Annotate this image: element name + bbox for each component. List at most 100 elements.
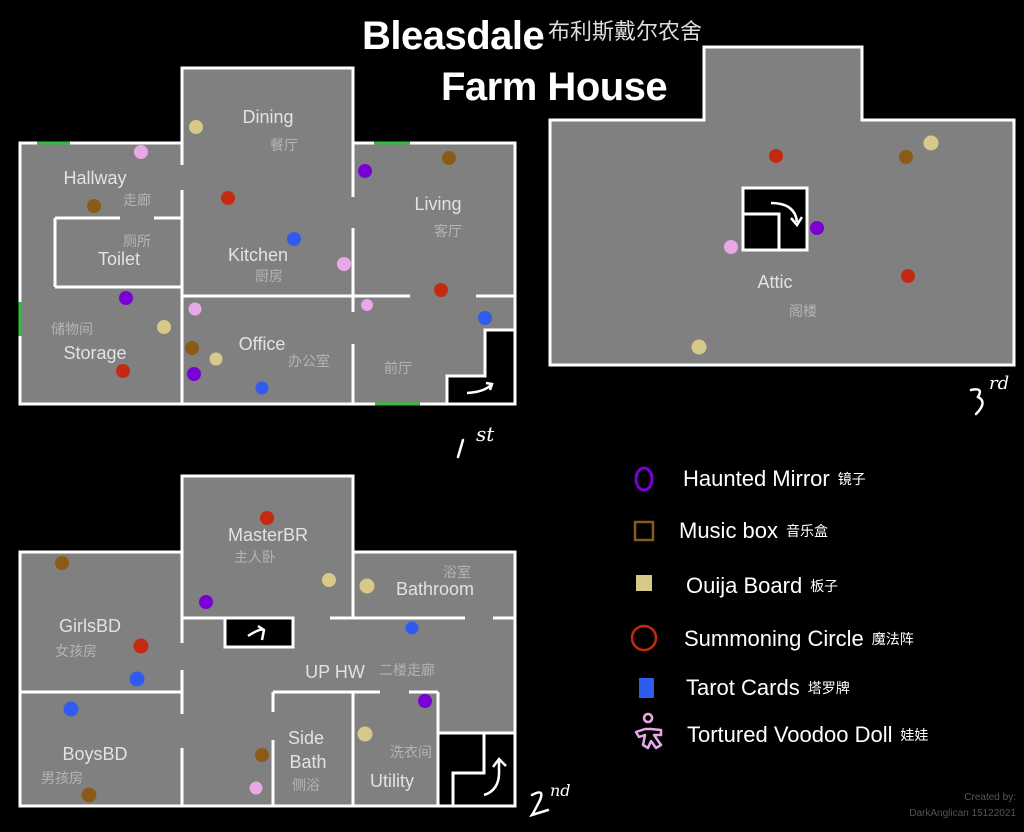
title-line-2: Farm House bbox=[441, 65, 668, 109]
room-label-cn-boysbd: 男孩房 bbox=[41, 771, 83, 787]
ouija-board-marker[interactable] bbox=[359, 578, 375, 594]
stairs-2f-upper[interactable] bbox=[223, 616, 295, 649]
ouija-board-marker[interactable] bbox=[157, 320, 171, 334]
floor-tag-1st-sup: st bbox=[476, 422, 495, 446]
room-label-cn-storage: 储物间 bbox=[51, 322, 93, 338]
legend-item-voodoo-doll: Tortured Voodoo Doll 娃娃 bbox=[687, 722, 928, 748]
room-label-boysbd: BoysBD bbox=[62, 744, 127, 764]
room-label-side-bath-line2: Bath bbox=[289, 752, 326, 772]
room-label-utility: Utility bbox=[370, 771, 414, 791]
legend-label: Music box bbox=[679, 518, 779, 543]
room-label-masterbr: MasterBR bbox=[228, 525, 308, 545]
floor-tag-2nd bbox=[529, 791, 550, 818]
summoning-circle-ring-icon bbox=[630, 624, 658, 652]
legend-label-cn: 板子 bbox=[810, 579, 839, 595]
floor-tag-1st bbox=[456, 438, 465, 459]
room-label-attic: Attic bbox=[757, 272, 792, 292]
music-box-marker[interactable] bbox=[255, 748, 269, 762]
summoning-circle-marker[interactable] bbox=[133, 638, 149, 654]
floor-tags bbox=[456, 388, 984, 818]
tarot-cards-marker[interactable] bbox=[478, 311, 492, 325]
haunted-mirror-marker[interactable] bbox=[358, 164, 372, 178]
legend-label-cn: 魔法阵 bbox=[871, 632, 914, 648]
floor-plan-map: Dining 餐厅 Hallway 走廊 厕所 Toilet Kitchen 厨… bbox=[18, 45, 1016, 818]
credit-line-1: Created by: bbox=[964, 792, 1016, 803]
legend-label: Summoning Circle bbox=[684, 626, 864, 651]
tarot-card-icon bbox=[639, 678, 654, 698]
room-label-cn-office: 办公室 bbox=[288, 353, 330, 370]
room-label-girlsbd: GirlsBD bbox=[59, 616, 121, 636]
haunted-mirror-marker[interactable] bbox=[810, 221, 824, 235]
voodoo-doll-marker[interactable] bbox=[361, 299, 373, 311]
haunted-mirror-marker[interactable] bbox=[418, 694, 432, 708]
ouija-board-marker[interactable] bbox=[322, 573, 336, 587]
room-label-cn-utility: 洗衣间 bbox=[390, 745, 432, 761]
summoning-circle-marker[interactable] bbox=[434, 283, 448, 297]
floor-tag-3rd bbox=[969, 388, 984, 416]
credit: Created by: DarkAnglican 15122021 bbox=[909, 790, 1016, 822]
floor-tag-3rd-sup: rd bbox=[989, 373, 1010, 394]
room-label-side-bath-line1: Side bbox=[288, 728, 324, 748]
credit-line-2: DarkAnglican 15122021 bbox=[909, 808, 1016, 819]
voodoo-doll-marker[interactable] bbox=[134, 145, 148, 159]
music-box-marker[interactable] bbox=[55, 556, 69, 570]
music-box-marker[interactable] bbox=[87, 199, 101, 213]
room-label-kitchen: Kitchen bbox=[228, 245, 288, 265]
voodoo-doll-marker[interactable] bbox=[724, 240, 738, 254]
room-label-cn-hallway: 走廊 bbox=[123, 192, 151, 209]
room-label-cn-up-hw: 二楼走廊 bbox=[379, 662, 435, 679]
tarot-cards-marker[interactable] bbox=[129, 671, 145, 687]
voodoo-doll-marker[interactable] bbox=[337, 257, 351, 271]
room-label-bathroom: Bathroom bbox=[396, 579, 474, 599]
room-label-cn-kitchen: 厨房 bbox=[255, 269, 283, 285]
music-box-marker[interactable] bbox=[442, 151, 456, 165]
music-box-marker[interactable] bbox=[81, 787, 97, 803]
legend-label-cn: 音乐盒 bbox=[786, 524, 829, 540]
voodoo-doll-marker[interactable] bbox=[188, 302, 202, 316]
stairs-2f-lower[interactable] bbox=[438, 731, 517, 808]
tarot-cards-marker[interactable] bbox=[63, 701, 79, 717]
ouija-board-marker[interactable] bbox=[691, 339, 707, 355]
summoning-circle-marker[interactable] bbox=[260, 511, 274, 525]
room-label-hallway: Hallway bbox=[63, 168, 126, 188]
haunted-mirror-marker[interactable] bbox=[187, 367, 201, 381]
haunted-mirror-marker[interactable] bbox=[199, 595, 213, 609]
voodoo-doll-marker[interactable] bbox=[249, 781, 263, 795]
music-box-square-icon bbox=[633, 520, 655, 542]
music-box-marker[interactable] bbox=[899, 150, 913, 164]
room-label-cn-living: 客厅 bbox=[434, 223, 462, 240]
legend-label-cn: 塔罗牌 bbox=[807, 681, 850, 697]
ouija-board-marker[interactable] bbox=[357, 726, 373, 742]
legend-label: Haunted Mirror bbox=[683, 466, 830, 491]
room-label-storage: Storage bbox=[63, 343, 126, 363]
legend-label-cn: 镜子 bbox=[837, 472, 866, 488]
ouija-board-square-icon bbox=[636, 575, 652, 591]
legend-item-tarot-cards: Tarot Cards 塔罗牌 bbox=[686, 675, 850, 701]
summoning-circle-marker[interactable] bbox=[769, 149, 783, 163]
room-label-cn-foyer: 前厅 bbox=[384, 360, 412, 377]
summoning-circle-marker[interactable] bbox=[901, 269, 915, 283]
ouija-board-marker[interactable] bbox=[189, 120, 203, 134]
ouija-board-marker[interactable] bbox=[923, 135, 939, 151]
floor-tag-2nd-sup: nd bbox=[550, 781, 571, 800]
summoning-circle-marker[interactable] bbox=[116, 364, 130, 378]
haunted-mirror-marker[interactable] bbox=[119, 291, 133, 305]
music-box-marker[interactable] bbox=[185, 341, 199, 355]
room-label-toilet: Toilet bbox=[98, 249, 140, 269]
ouija-board-marker[interactable] bbox=[209, 352, 223, 366]
room-label-cn-toilet: 厕所 bbox=[123, 234, 151, 250]
room-label-up-hw: UP HW bbox=[305, 662, 365, 682]
legend-item-summoning-circle: Summoning Circle 魔法阵 bbox=[684, 626, 914, 652]
tarot-cards-marker[interactable] bbox=[287, 232, 301, 246]
legend-item-haunted-mirror: Haunted Mirror 镜子 bbox=[683, 466, 866, 492]
room-label-cn-masterbr: 主人卧 bbox=[234, 550, 276, 566]
legend-icons bbox=[630, 466, 663, 750]
tarot-cards-marker[interactable] bbox=[255, 381, 269, 395]
summoning-circle-marker[interactable] bbox=[221, 191, 235, 205]
legend-item-music-box: Music box 音乐盒 bbox=[679, 518, 828, 544]
room-label-living: Living bbox=[414, 194, 461, 214]
floor-1: Dining 餐厅 Hallway 走廊 厕所 Toilet Kitchen 厨… bbox=[18, 66, 517, 406]
room-label-cn-side-bath: 侧浴 bbox=[292, 778, 320, 794]
tarot-cards-marker[interactable] bbox=[405, 621, 419, 635]
legend-item-ouija-board: Ouija Board 板子 bbox=[686, 573, 838, 599]
